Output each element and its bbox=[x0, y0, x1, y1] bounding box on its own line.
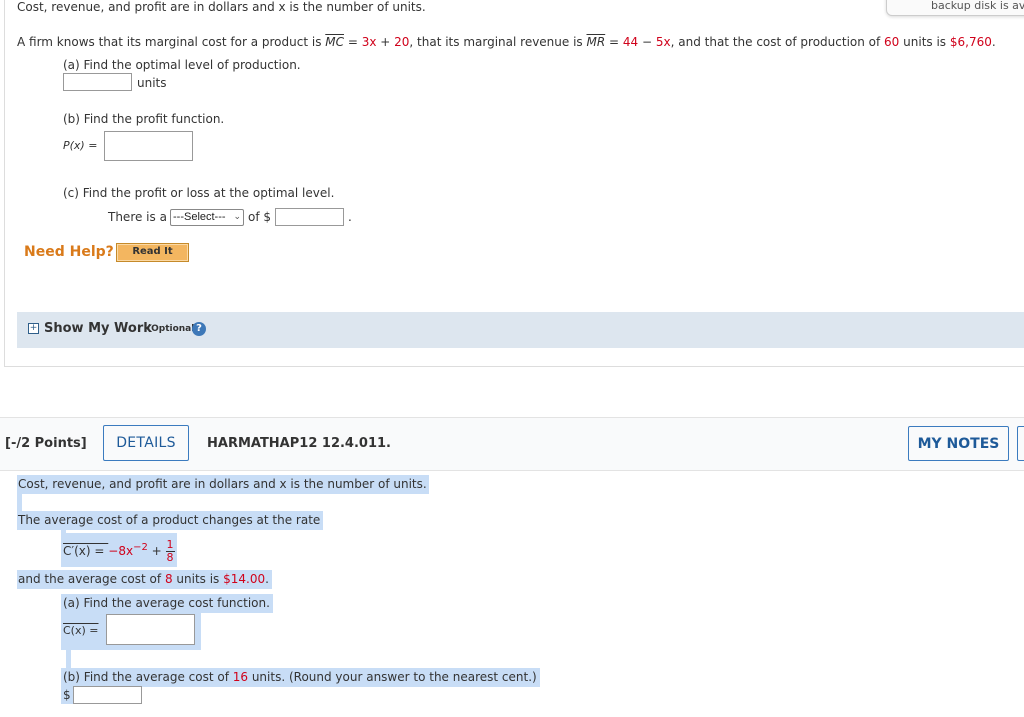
cost-value: $6,760 bbox=[949, 35, 992, 49]
problem-text: units is bbox=[899, 35, 950, 49]
q1-part-b-label: (b) Find the profit function. bbox=[63, 112, 225, 126]
show-my-work-bar[interactable]: + Show My Work (Optional) ? bbox=[17, 312, 1024, 348]
q1-part-b-prefix: P(x) = bbox=[63, 139, 98, 152]
q1-part-a-label: (a) Find the optimal level of production… bbox=[63, 58, 301, 72]
text: units. (Round your answer to the nearest… bbox=[248, 670, 537, 684]
read-it-button[interactable]: Read It bbox=[116, 243, 189, 262]
q1-top-line: Cost, revenue, and profit are in dollars… bbox=[17, 0, 426, 14]
dollar-sign: $ bbox=[63, 688, 71, 702]
backup-notice: backup disk is availa bbox=[886, 0, 1024, 16]
q2-part-b-label: (b) Find the average cost of 16 units. (… bbox=[61, 668, 540, 687]
cost-value: $14.00 bbox=[223, 572, 266, 586]
q1-part-c-end: . bbox=[348, 210, 352, 224]
q1-part-c-prefix: There is a bbox=[108, 210, 167, 224]
q1-part-c-input[interactable] bbox=[275, 208, 344, 226]
question-code: HARMATHAP12 12.4.011. bbox=[207, 436, 391, 451]
question-divider-left bbox=[4, 0, 5, 367]
q1-part-c-mid: of $ bbox=[248, 210, 272, 224]
q2-part-b-input[interactable] bbox=[73, 686, 142, 704]
problem-text: A firm knows that its marginal cost for … bbox=[17, 35, 326, 49]
q2-part-a-label: (a) Find the average cost function. bbox=[61, 594, 273, 613]
q2-part-a-prefix: C(x) = bbox=[63, 624, 99, 637]
period: . bbox=[265, 572, 269, 586]
optional-label: (Optional) bbox=[147, 324, 199, 334]
q2-part-b-gap bbox=[66, 650, 71, 668]
plus: + bbox=[376, 35, 395, 49]
text: units is bbox=[172, 572, 224, 586]
mc-term-b: 20 bbox=[394, 35, 410, 49]
problem-text: , that its marginal revenue is bbox=[409, 35, 587, 49]
question-divider bbox=[4, 366, 1024, 367]
q1-part-a-unit: units bbox=[137, 76, 167, 90]
deriv-coef: −8x bbox=[108, 544, 134, 558]
text: (b) Find the average cost of bbox=[63, 670, 233, 684]
q2-part-a-input[interactable] bbox=[106, 614, 195, 645]
q2-line2: The average cost of a product changes at… bbox=[17, 511, 324, 530]
points-label: [-/2 Points] bbox=[5, 436, 87, 451]
equals: = bbox=[344, 35, 362, 49]
equals: = bbox=[605, 35, 623, 49]
period: . bbox=[991, 35, 996, 49]
units-value: 8 bbox=[164, 572, 173, 586]
fraction: 18 bbox=[165, 539, 175, 564]
q1-part-c-label: (c) Find the profit or loss at the optim… bbox=[63, 186, 335, 200]
mr-term-a: 44 bbox=[622, 35, 639, 49]
minus: − bbox=[638, 35, 656, 49]
q1-part-b-input[interactable] bbox=[104, 131, 193, 161]
q1-problem-statement: A firm knows that its marginal cost for … bbox=[17, 35, 996, 49]
problem-text: , and that the cost of production of bbox=[670, 35, 885, 49]
expand-icon[interactable]: + bbox=[28, 323, 39, 334]
deriv-exp: −2 bbox=[133, 542, 148, 553]
plus: + bbox=[147, 544, 166, 558]
mc-label: MC bbox=[325, 35, 344, 49]
mc-term-a: 3x bbox=[361, 35, 377, 49]
mr-label: MR bbox=[586, 35, 606, 49]
units-value: 16 bbox=[232, 670, 249, 684]
profit-loss-select[interactable]: ---Select--- ⌄ bbox=[170, 209, 244, 226]
frac-den: 8 bbox=[166, 551, 174, 564]
need-help-label: Need Help? bbox=[24, 244, 114, 260]
avg-cost-derivative-label: C′(x) = bbox=[63, 544, 109, 558]
q2-line1: Cost, revenue, and profit are in dollars… bbox=[17, 475, 429, 494]
chevron-down-icon: ⌄ bbox=[233, 211, 241, 221]
show-my-work-label[interactable]: Show My Work bbox=[44, 321, 152, 336]
units-value: 60 bbox=[884, 35, 900, 49]
mr-term-b: 5x bbox=[655, 35, 671, 49]
q1-part-a-input[interactable] bbox=[63, 73, 132, 91]
text: and the average cost of bbox=[18, 572, 165, 586]
q2-line3: and the average cost of 8 units is $14.0… bbox=[17, 570, 272, 589]
q2-derivative: C′(x) = −8x−2 + 18 bbox=[61, 533, 177, 567]
backup-notice-text: backup disk is availa bbox=[931, 0, 1024, 12]
details-button[interactable]: DETAILS bbox=[103, 425, 189, 461]
q2-selection-gap bbox=[17, 493, 22, 511]
my-notes-button[interactable]: MY NOTES bbox=[908, 426, 1009, 461]
select-value: ---Select--- bbox=[173, 211, 226, 223]
next-button-partial[interactable] bbox=[1017, 426, 1024, 461]
help-icon[interactable]: ? bbox=[192, 322, 206, 336]
